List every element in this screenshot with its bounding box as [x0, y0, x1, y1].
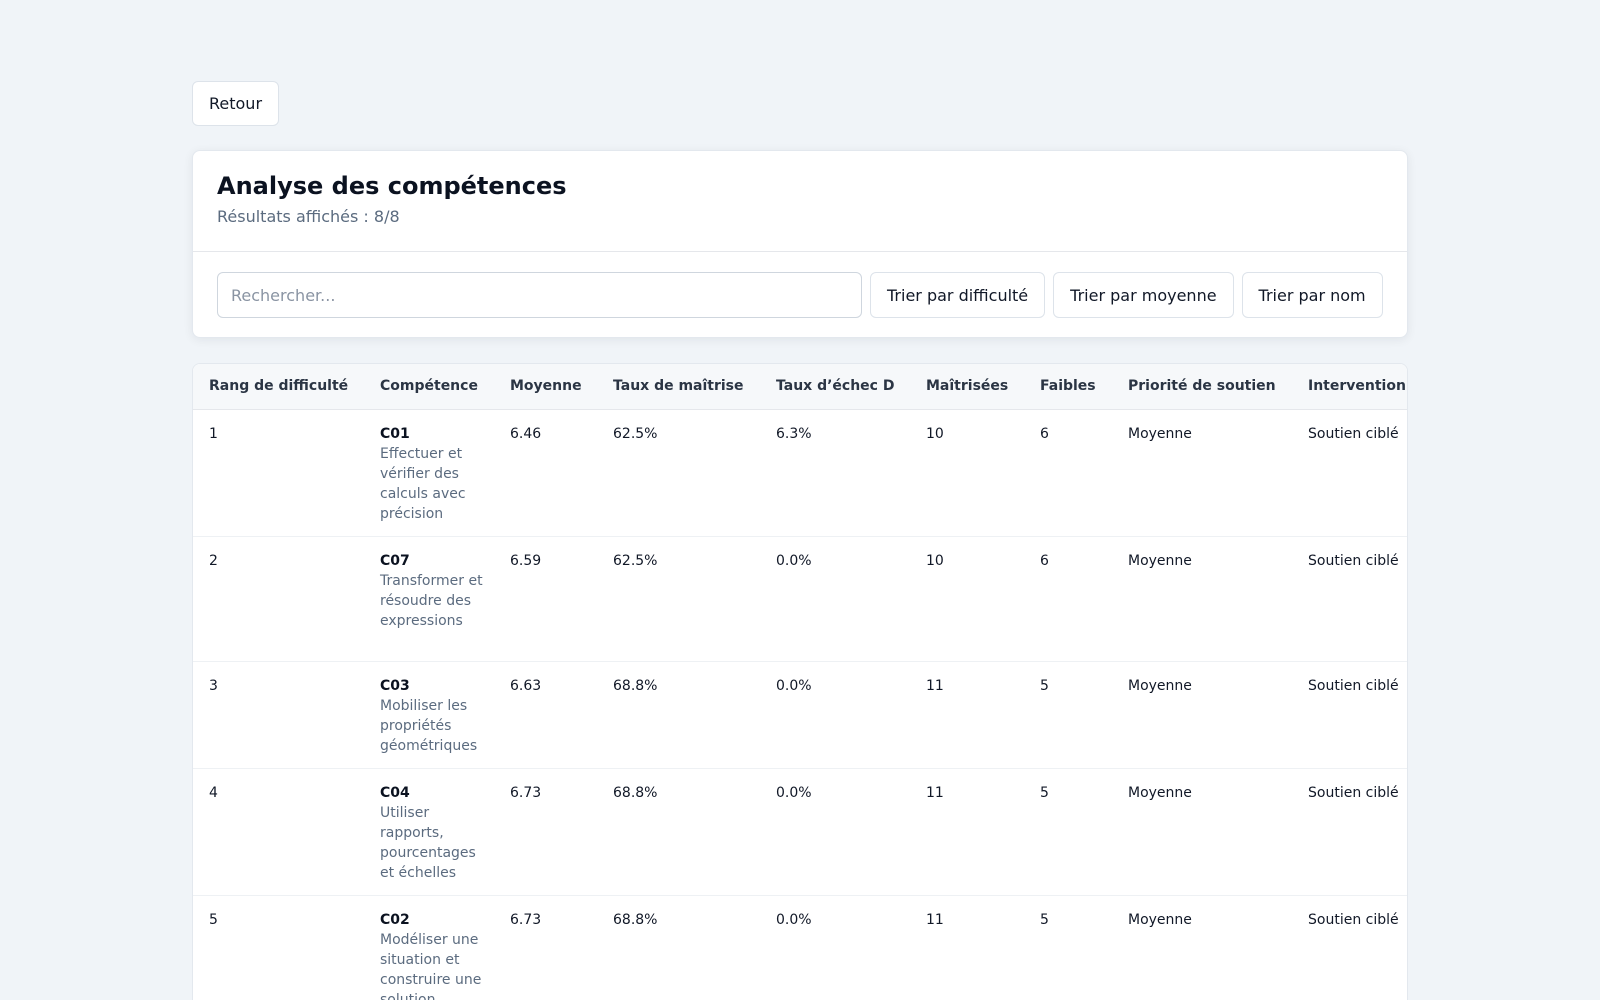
competence-code: C03	[380, 677, 410, 694]
competence-label: Effectuer et vérifier des calculs avec p…	[380, 445, 466, 522]
sort-by-average-button[interactable]: Trier par moyenne	[1053, 272, 1234, 318]
cell-weak: 6	[1024, 409, 1112, 537]
cell-mastered: 10	[910, 409, 1024, 537]
analysis-card: Analyse des compétences Résultats affich…	[192, 150, 1408, 338]
competence-label: Mobiliser les propriétés géométriques	[380, 697, 478, 754]
cell-priority: Moyenne	[1112, 661, 1292, 769]
cell-intervention: Soutien ciblé	[1292, 895, 1407, 1000]
cell-mastery-rate: 62.5%	[597, 409, 760, 537]
competences-table: Rang de difficulté Compétence Moyenne Ta…	[193, 364, 1407, 1000]
cell-competence: C04 Utiliser rapports, pourcentages et éc…	[364, 768, 494, 896]
cell-rank: 1	[193, 409, 364, 537]
competence-code: C07	[380, 552, 410, 569]
cell-mastered: 11	[910, 895, 1024, 1000]
cell-mastered: 11	[910, 661, 1024, 769]
column-header-rank[interactable]: Rang de difficulté	[193, 364, 364, 410]
column-header-mastered[interactable]: Maîtrisées	[910, 364, 1024, 410]
toolbar: Trier par difficulté Trier par moyenne T…	[193, 252, 1407, 318]
table-row[interactable]: 5 C02 Modéliser une situation et construi…	[193, 895, 1407, 1000]
page-title: Analyse des compétences	[217, 172, 567, 200]
table-row[interactable]: 3 C03 Mobiliser les propriétés géométriqu…	[193, 661, 1407, 769]
cell-intervention: Soutien ciblé	[1292, 661, 1407, 769]
competence-code: C01	[380, 425, 410, 442]
cell-average: 6.46	[494, 409, 597, 537]
cell-mastered: 11	[910, 768, 1024, 896]
cell-fail-rate: 0.0%	[760, 536, 910, 662]
cell-competence: C07 Transformer et résoudre des expressio…	[364, 536, 494, 662]
cell-rank: 5	[193, 895, 364, 1000]
table-row[interactable]: 4 C04 Utiliser rapports, pourcentages et …	[193, 768, 1407, 896]
competences-table-container[interactable]: Rang de difficulté Compétence Moyenne Ta…	[192, 363, 1408, 1000]
column-header-weak[interactable]: Faibles	[1024, 364, 1112, 410]
competence-code: C02	[380, 911, 410, 928]
cell-fail-rate: 6.3%	[760, 409, 910, 537]
table-row[interactable]: 2 C07 Transformer et résoudre des express…	[193, 536, 1407, 662]
column-header-average[interactable]: Moyenne	[494, 364, 597, 410]
competence-label: Utiliser rapports, pourcentages et échel…	[380, 804, 476, 881]
cell-weak: 6	[1024, 536, 1112, 662]
cell-intervention: Soutien ciblé	[1292, 536, 1407, 662]
cell-intervention: Soutien ciblé	[1292, 768, 1407, 896]
cell-mastery-rate: 62.5%	[597, 536, 760, 662]
cell-intervention: Soutien ciblé	[1292, 409, 1407, 537]
sort-by-name-button[interactable]: Trier par nom	[1241, 272, 1383, 318]
cell-mastered: 10	[910, 536, 1024, 662]
cell-weak: 5	[1024, 895, 1112, 1000]
column-header-intervention[interactable]: Intervention	[1292, 364, 1407, 410]
cell-average: 6.73	[494, 895, 597, 1000]
cell-rank: 2	[193, 536, 364, 662]
cell-competence: C02 Modéliser une situation et construire…	[364, 895, 494, 1000]
cell-mastery-rate: 68.8%	[597, 768, 760, 896]
table-header-row: Rang de difficulté Compétence Moyenne Ta…	[193, 364, 1407, 410]
column-header-fail-rate[interactable]: Taux d’échec D	[760, 364, 910, 410]
cell-competence: C03 Mobiliser les propriétés géométriques	[364, 661, 494, 769]
search-input[interactable]	[217, 272, 862, 318]
cell-priority: Moyenne	[1112, 768, 1292, 896]
cell-fail-rate: 0.0%	[760, 895, 910, 1000]
cell-rank: 4	[193, 768, 364, 896]
cell-average: 6.73	[494, 768, 597, 896]
column-header-competence[interactable]: Compétence	[364, 364, 494, 410]
column-header-priority[interactable]: Priorité de soutien	[1112, 364, 1292, 410]
back-button[interactable]: Retour	[192, 81, 280, 126]
column-header-mastery-rate[interactable]: Taux de maîtrise	[597, 364, 760, 410]
results-count: Résultats affichés : 8/8	[217, 207, 400, 226]
cell-fail-rate: 0.0%	[760, 661, 910, 769]
cell-weak: 5	[1024, 768, 1112, 896]
competence-code: C04	[380, 784, 410, 801]
competence-label: Modéliser une situation et construire un…	[380, 931, 482, 1000]
sort-by-difficulty-button[interactable]: Trier par difficulté	[870, 272, 1046, 318]
cell-mastery-rate: 68.8%	[597, 661, 760, 769]
cell-average: 6.63	[494, 661, 597, 769]
cell-priority: Moyenne	[1112, 895, 1292, 1000]
cell-priority: Moyenne	[1112, 409, 1292, 537]
cell-priority: Moyenne	[1112, 536, 1292, 662]
page: Retour Analyse des compétences Résultats…	[0, 0, 1600, 1000]
cell-weak: 5	[1024, 661, 1112, 769]
competence-label: Transformer et résoudre des expressions	[380, 572, 483, 629]
cell-fail-rate: 0.0%	[760, 768, 910, 896]
table-row[interactable]: 1 C01 Effectuer et vérifier des calculs a…	[193, 409, 1407, 537]
cell-average: 6.59	[494, 536, 597, 662]
cell-rank: 3	[193, 661, 364, 769]
cell-competence: C01 Effectuer et vérifier des calculs ave…	[364, 409, 494, 537]
card-header: Analyse des compétences Résultats affich…	[193, 151, 1407, 252]
cell-mastery-rate: 68.8%	[597, 895, 760, 1000]
